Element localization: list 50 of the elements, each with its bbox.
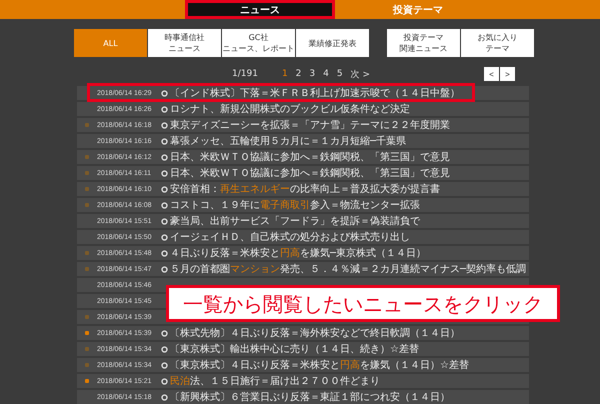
news-title: イージェイＨＤ、自己株式の処分および株式売り出し [170, 230, 410, 244]
ring-icon [161, 394, 168, 400]
ring-icon [161, 266, 168, 272]
ring-icon [161, 234, 168, 240]
news-title: 日本、米欧ＷＴＯ協議に参加へ＝鉄鋼関税、「第三国」で意見 [170, 150, 450, 164]
news-title: 〔新興株式〕６営業日ぶり反落＝東証１部につれ安（１４日） [170, 390, 450, 404]
news-title: 〔株式先物〕４日ぶり反落＝海外株安などで終日軟調（１４日） [170, 326, 460, 340]
ring-icon [161, 138, 168, 144]
ring-icon [161, 346, 168, 352]
ring-icon [161, 378, 168, 384]
ring-icon [161, 90, 168, 96]
news-title: 〔東京株式〕輸出株中心に売り（１４日、続き）☆差替 [170, 342, 419, 356]
news-title: ４日ぶり反落＝米株安と 円高を嫌気─東京株式（１４日） [170, 246, 426, 260]
news-title: 安倍首相：再生エネルギーの比率向上＝普及拡大委が提言書 [170, 182, 440, 196]
page-count: 1/191 [232, 69, 258, 79]
news-title: ５月の首都圏マンション発売、５．４％減＝２カ月連続マイナス─契約率も低調 [170, 262, 526, 276]
page-link[interactable]: 3 [309, 69, 316, 79]
page-link[interactable]: 4 [323, 69, 329, 79]
filter-button[interactable]: GC社 ニュース、レポート [222, 29, 295, 57]
ring-icon [161, 202, 168, 208]
prev-button[interactable]: < [484, 67, 500, 81]
news-title: 〔東京株式〕４日ぶり反落＝米株安と 円高を嫌気（１４日）☆差替 [170, 358, 469, 372]
ring-icon [161, 250, 168, 256]
ring-icon [161, 186, 168, 192]
news-title: 民泊法、１５日施行＝届け出２７００件どまり [170, 374, 380, 388]
ring-icon [161, 106, 168, 112]
filter-button[interactable]: お気に入り テーマ [461, 29, 534, 57]
page-link[interactable]: 1 [282, 69, 288, 79]
news-title: コストコ、１９年に電子商取引参入＝物流センター拡張 [170, 198, 420, 212]
ring-icon [161, 330, 168, 336]
news-title: 日本、米欧ＷＴＯ協議に参加へ＝鉄鋼関税、「第三国」で意見 [170, 166, 450, 180]
news-title: 幕張メッセ、五輪使用５カ月に＝１カ月短縮─千葉県 [170, 134, 406, 148]
callout-text: 一覧から閲覧したいニュースをクリック [183, 292, 543, 316]
next-button[interactable]: > [500, 67, 516, 81]
ring-icon [161, 154, 168, 160]
ring-icon [161, 122, 168, 128]
news-title: ロシナト、新規公開株式のブックビル仮条件など決定 [170, 102, 410, 116]
news-title: 豪当局、出前サービス「フードラ」を提訴＝偽装請負で [170, 214, 420, 228]
page-link[interactable]: 5 [336, 69, 343, 79]
filter-button[interactable]: 投資テーマ 関連ニュース [387, 29, 460, 57]
ring-icon [161, 362, 168, 368]
news-title: 東京ディズニーシーを拡張＝「アナ雪」テーマに２２年度開業 [170, 118, 450, 132]
filter-button[interactable]: 時事通信社 ニュース [148, 29, 221, 57]
filter-button[interactable]: 業績修正発表 [296, 29, 369, 57]
ring-icon [161, 170, 168, 176]
ring-icon [161, 218, 168, 224]
page-link[interactable]: 2 [296, 69, 302, 79]
next-link[interactable]: 次 > [350, 68, 370, 80]
news-title: 〔インド株式〕下落＝米ＦＲＢ利上げ加速示唆で（１４日中盤） [170, 86, 460, 100]
nav-tab[interactable]: ニュース [185, 0, 335, 19]
